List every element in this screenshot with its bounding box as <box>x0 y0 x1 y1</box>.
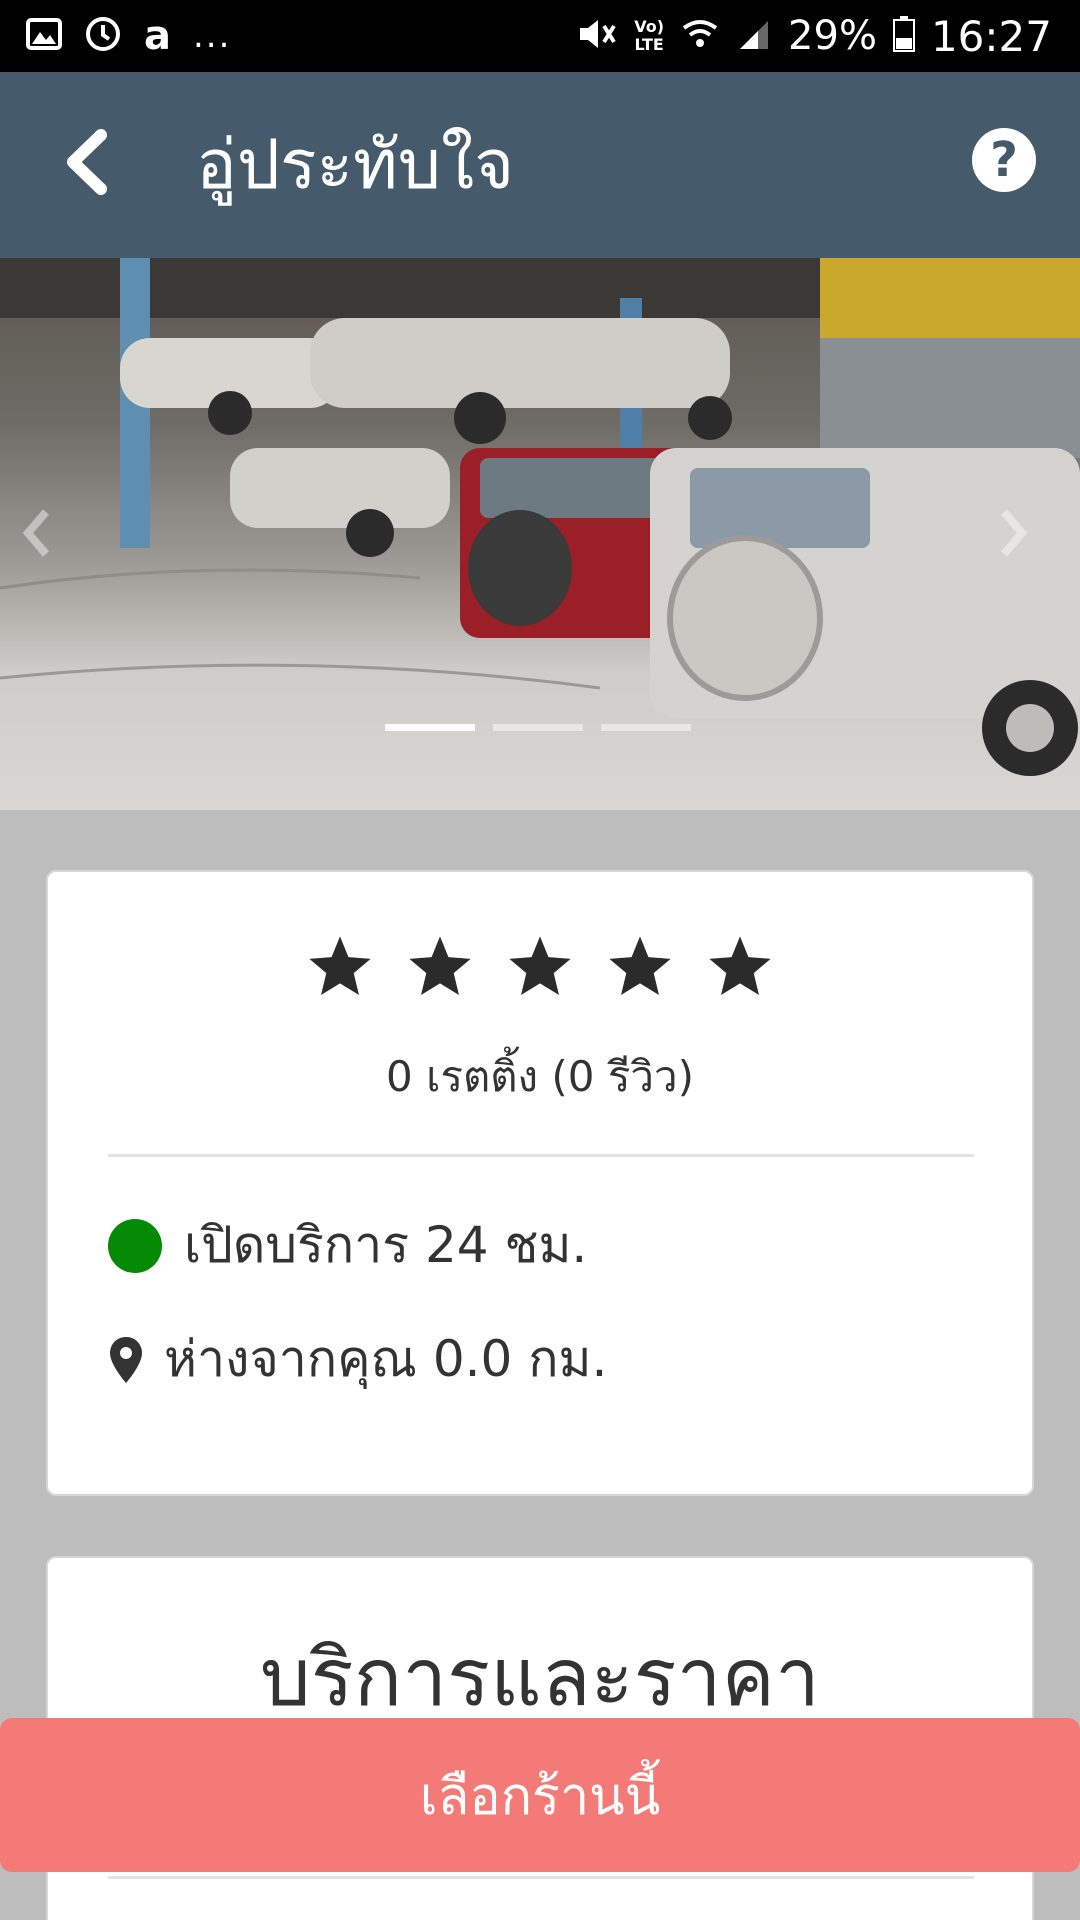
open-status: เปิดบริการ 24 ชม. <box>108 1206 587 1285</box>
carousel-indicators <box>385 724 691 731</box>
lte-label: LTE <box>634 35 664 54</box>
shop-info-card: 0 เรตติ้ง (0 รีวิว) เปิดบริการ 24 ชม. ห่… <box>46 870 1034 1496</box>
rating-summary: 0 เรตติ้ง (0 รีวิว) <box>386 1052 694 1101</box>
sync-icon <box>84 15 122 57</box>
star-rating[interactable] <box>48 932 1032 1002</box>
question-icon: ? <box>990 132 1018 188</box>
star-icon[interactable] <box>505 932 575 1002</box>
photo-carousel[interactable] <box>0 258 1080 810</box>
chevron-right-icon <box>1000 509 1028 557</box>
mute-icon <box>578 16 618 56</box>
carousel-prev-button[interactable] <box>22 508 82 568</box>
chevron-left-icon <box>67 129 107 195</box>
star-icon[interactable] <box>705 932 775 1002</box>
page-title: อู่ประทับใจ <box>196 126 515 205</box>
carousel-next-button[interactable] <box>998 508 1058 568</box>
volte-label: Vo) <box>634 17 665 36</box>
carousel-indicator[interactable] <box>493 724 583 731</box>
open-status-text: เปิดบริการ 24 ชม. <box>184 1216 588 1274</box>
system-icons: Vo) LTE 29% 16:27 <box>578 10 1052 62</box>
status-bar: a ... Vo) LTE 29% 16:27 <box>0 0 1080 72</box>
wifi-icon <box>680 16 720 56</box>
volte-icon: Vo) LTE <box>634 18 664 54</box>
back-button[interactable] <box>36 112 136 212</box>
distance-info: ห่างจากคุณ 0.0 กม. <box>108 1320 607 1399</box>
open-status-dot <box>108 1218 162 1273</box>
distance-text: ห่างจากคุณ 0.0 กม. <box>164 1330 608 1388</box>
carousel-indicator[interactable] <box>601 724 691 731</box>
clock: 16:27 <box>930 11 1052 61</box>
map-pin-icon <box>110 1336 142 1383</box>
battery-icon <box>892 16 915 56</box>
notification-icons: a ... <box>26 14 231 58</box>
star-icon[interactable] <box>605 932 675 1002</box>
help-button[interactable]: ? <box>972 128 1036 192</box>
select-shop-button[interactable]: เลือกร้านนี้ <box>0 1718 1080 1872</box>
app-bar: อู่ประทับใจ ? <box>0 72 1080 258</box>
divider <box>108 1154 974 1157</box>
star-icon[interactable] <box>405 932 475 1002</box>
gallery-icon <box>26 18 62 54</box>
more-notifications: ... <box>193 16 232 56</box>
carousel-indicator[interactable] <box>385 724 475 731</box>
amazon-icon: a <box>144 13 171 59</box>
star-icon[interactable] <box>305 932 375 1002</box>
chevron-left-icon <box>22 509 50 557</box>
signal-icon <box>736 17 772 55</box>
divider <box>108 1876 974 1879</box>
battery-percent: 29% <box>788 13 877 59</box>
